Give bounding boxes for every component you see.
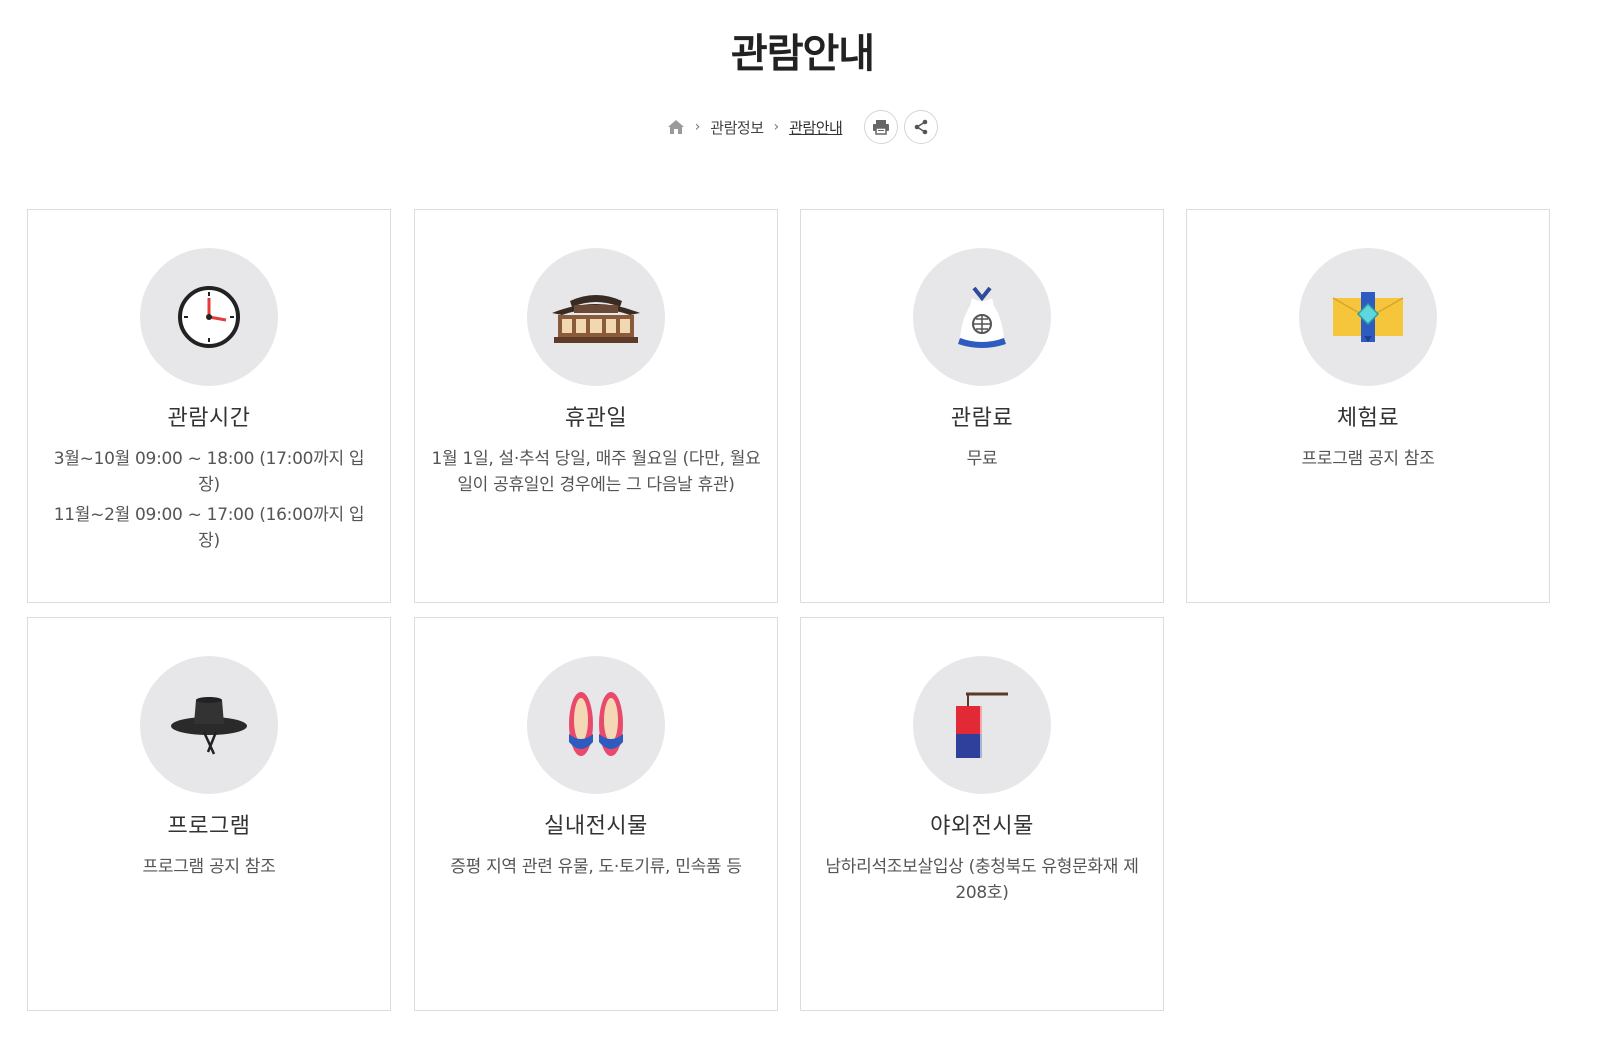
page-title: 관람안내 bbox=[730, 31, 875, 77]
breadcrumb-item-current[interactable]: 관람안내 bbox=[789, 117, 843, 138]
info-card-closed-days: 휴관일 1월 1일, 설·추석 당일, 매주 월요일 (다만, 월요일이 공휴일… bbox=[414, 209, 778, 603]
print-icon bbox=[873, 120, 890, 135]
breadcrumb: › 관람정보 › 관람안내 bbox=[0, 110, 1605, 144]
card-description-line: 프로그램 공지 참조 bbox=[142, 857, 276, 877]
card-description-line: 1월 1일, 설·추석 당일, 매주 월요일 (다만, 월요일이 공휴일인 경우… bbox=[431, 449, 761, 495]
chevron-right-icon: › bbox=[773, 119, 780, 135]
card-description: 3월~10월 09:00 ~ 18:00 (17:00까지 입장) 11월~2월… bbox=[44, 446, 374, 554]
card-title: 관람시간 bbox=[167, 406, 251, 431]
card-description: 남하리석조보살입상 (충청북도 유형문화재 제208호) bbox=[817, 854, 1147, 906]
card-description-line: 3월~10월 09:00 ~ 18:00 (17:00까지 입장) bbox=[53, 449, 365, 495]
print-button[interactable] bbox=[864, 110, 899, 144]
card-description: 무료 bbox=[817, 446, 1147, 472]
card-title: 프로그램 bbox=[167, 814, 251, 839]
card-title: 야외전시물 bbox=[930, 814, 1034, 839]
info-card-indoor-exhibits: 실내전시물 증평 지역 관련 유물, 도·토기류, 민속품 등 bbox=[414, 617, 778, 1011]
card-title: 체험료 bbox=[1336, 406, 1400, 431]
info-card-outdoor-exhibits: 야외전시물 남하리석조보살입상 (충청북도 유형문화재 제208호) bbox=[800, 617, 1164, 1011]
info-card-admission-fee: 관람료 무료 bbox=[800, 209, 1164, 603]
info-card-hours: 관람시간 3월~10월 09:00 ~ 18:00 (17:00까지 입장) 1… bbox=[27, 209, 391, 603]
info-card-experience-fee: 체험료 프로그램 공지 참조 bbox=[1186, 209, 1550, 603]
chevron-right-icon: › bbox=[694, 119, 701, 135]
card-description: 프로그램 공지 참조 bbox=[44, 854, 374, 880]
info-card-program: 프로그램 프로그램 공지 참조 bbox=[27, 617, 391, 1011]
card-description: 증평 지역 관련 유물, 도·토기류, 민속품 등 bbox=[431, 854, 761, 880]
money-pouch-icon bbox=[913, 248, 1051, 386]
card-title: 실내전시물 bbox=[544, 814, 648, 839]
breadcrumb-item-visit-info[interactable]: 관람정보 bbox=[710, 117, 764, 138]
gat-hat-icon bbox=[140, 656, 278, 794]
card-description-line: 증평 지역 관련 유물, 도·토기류, 민속품 등 bbox=[450, 857, 742, 877]
card-title: 휴관일 bbox=[564, 406, 628, 431]
banner-flag-icon bbox=[913, 656, 1051, 794]
clock-icon bbox=[140, 248, 278, 386]
flower-shoes-icon bbox=[527, 656, 665, 794]
envelope-icon bbox=[1299, 248, 1437, 386]
card-description-line: 남하리석조보살입상 (충청북도 유형문화재 제208호) bbox=[825, 857, 1139, 903]
share-button[interactable] bbox=[904, 110, 939, 144]
card-title: 관람료 bbox=[950, 406, 1014, 431]
home-icon[interactable] bbox=[667, 118, 685, 136]
hanok-building-icon bbox=[527, 248, 665, 386]
card-description-line: 11월~2월 09:00 ~ 17:00 (16:00까지 입장) bbox=[53, 505, 365, 551]
card-description-line: 프로그램 공지 참조 bbox=[1301, 449, 1435, 469]
card-description-line: 무료 bbox=[966, 449, 998, 469]
card-description: 프로그램 공지 참조 bbox=[1203, 446, 1533, 472]
share-icon bbox=[915, 119, 928, 135]
card-description: 1월 1일, 설·추석 당일, 매주 월요일 (다만, 월요일이 공휴일인 경우… bbox=[431, 446, 761, 498]
